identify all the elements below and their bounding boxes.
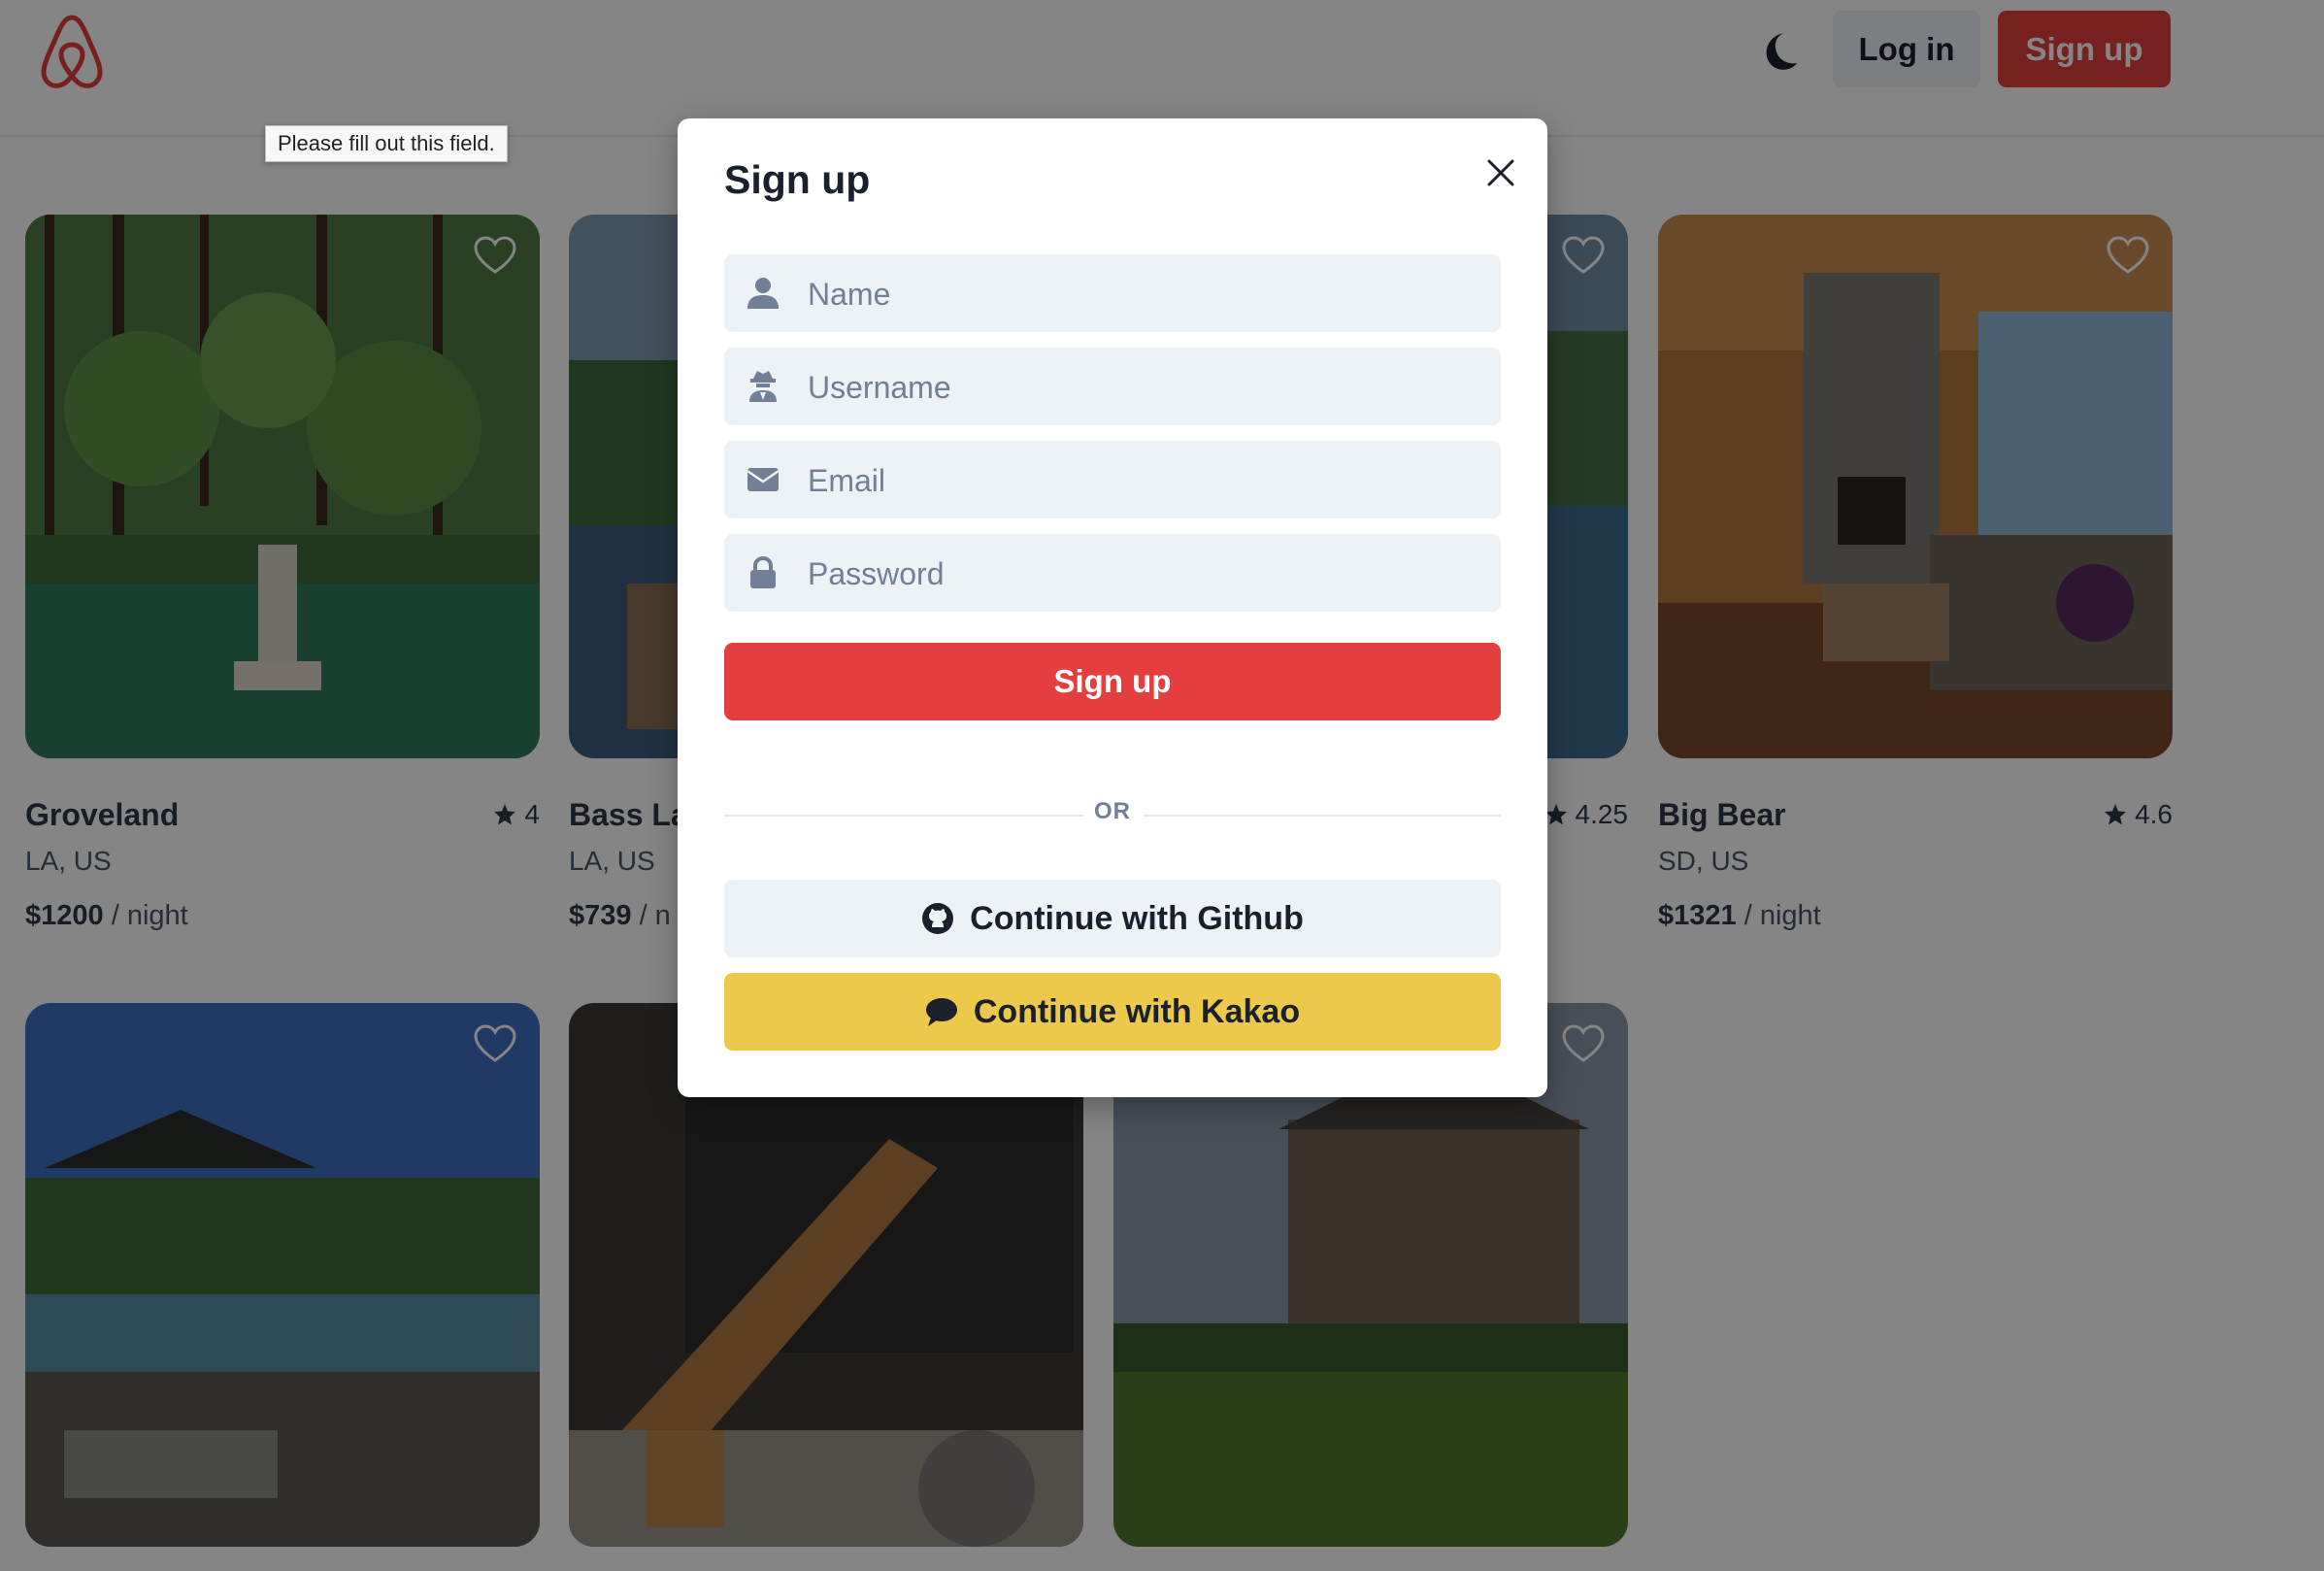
lock-icon (750, 555, 776, 588)
signup-modal: Sign up S (678, 118, 1547, 1097)
user-secret-icon (749, 371, 777, 402)
name-field[interactable] (724, 254, 1501, 334)
envelope-icon (747, 468, 780, 491)
modal-title: Sign up (724, 157, 871, 202)
email-field[interactable] (724, 441, 1501, 520)
kakao-label: Continue with Kakao (973, 992, 1301, 1030)
validation-tooltip: Please fill out this field. (265, 125, 508, 162)
or-divider: OR (724, 798, 1501, 833)
signup-submit-button[interactable]: Sign up (724, 643, 1501, 720)
username-field[interactable] (724, 348, 1501, 427)
password-field[interactable] (724, 534, 1501, 614)
github-label: Continue with Github (970, 899, 1304, 937)
username-input[interactable] (806, 348, 1479, 427)
password-input[interactable] (806, 534, 1479, 614)
kakao-login-button[interactable]: Continue with Kakao (724, 973, 1501, 1051)
close-button[interactable] (1476, 148, 1526, 198)
user-icon (747, 278, 779, 309)
name-input[interactable] (806, 254, 1479, 334)
close-icon (1487, 159, 1514, 186)
github-icon (922, 903, 954, 934)
comment-icon (925, 998, 957, 1026)
email-input[interactable] (806, 441, 1479, 520)
github-login-button[interactable]: Continue with Github (724, 880, 1501, 957)
divider-label: OR (1094, 798, 1131, 824)
